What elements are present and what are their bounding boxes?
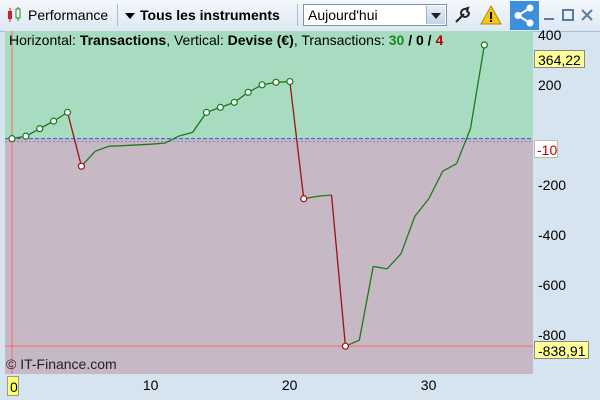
chevron-down-icon[interactable] [125,13,135,19]
toolbar: Performance Tous les instruments Aujourd… [0,0,600,32]
toolbar-separator [117,4,118,26]
period-select[interactable]: Aujourd'hui [303,4,447,26]
x-tick-label: 10 [142,377,159,393]
trade-marker [300,195,308,203]
trade-marker [77,162,86,170]
legend-transactions-prefix: , Transactions: [293,32,389,48]
toolbar-separator [297,4,298,26]
trade-marker [202,108,211,116]
negative-zone [5,138,533,374]
period-select-value: Aujourd'hui [308,7,378,23]
legend-vertical-value: Devise (€) [227,32,294,48]
close-icon[interactable] [580,8,594,22]
y-tick-label: -600 [538,277,567,294]
copyright-label: © IT-Finance.com [6,356,117,372]
legend-horizontal-value: Transactions [79,32,167,48]
trade-marker [244,88,252,96]
y-tick-label: -200 [538,177,567,194]
chevron-down-icon[interactable] [426,6,445,24]
share-icon [514,4,534,27]
chart-legend: Horizontal: Transactions, Vertical: Devi… [9,32,443,48]
trade-marker [36,125,44,133]
legend-count-loss: 4 [435,32,444,48]
trade-marker [8,135,16,143]
min-value-tag: -838,91 [534,341,590,359]
settings-wrench-icon[interactable] [452,4,474,26]
trade-marker [286,77,294,86]
legend-horizontal-prefix: Horizontal: [9,32,80,48]
trade-marker [63,108,72,116]
trade-marker [50,117,58,125]
y-tick-label: -400 [538,227,567,244]
trade-marker [272,78,280,86]
candlestick-icon[interactable] [6,6,24,24]
x-tick-label: 30 [420,377,437,393]
performance-chart[interactable] [5,31,533,374]
equity-segment [109,145,124,147]
share-button[interactable] [510,1,539,30]
y-tick-label: 200 [538,77,562,94]
trade-marker [258,81,266,89]
trade-marker [480,41,488,49]
maximize-icon[interactable] [561,8,575,22]
performance-tab-label[interactable]: Performance [28,7,108,23]
minimize-icon[interactable] [542,8,556,22]
trade-marker [341,342,350,350]
equity-segment [136,143,151,146]
equity-segment [123,144,138,147]
legend-sep: / [423,32,436,48]
y-tick-label: 400 [538,27,562,43]
instruments-dropdown-label[interactable]: Tous les instruments [140,7,280,23]
legend-count-total: 30 [388,32,405,48]
warning-icon[interactable] [480,4,502,26]
legend-count-neutral: 0 [416,32,424,48]
trade-marker [216,103,224,111]
x-tick-label: 20 [281,377,298,393]
legend-sep: / [404,32,416,48]
trade-marker [22,132,30,140]
cursor-x-tag: 0 [7,376,19,396]
current-value-tag: 364,22 [534,50,585,68]
zero-line-tag: -10 [534,140,558,158]
legend-vertical-prefix: , Vertical: [166,32,228,48]
trade-marker [230,98,238,106]
